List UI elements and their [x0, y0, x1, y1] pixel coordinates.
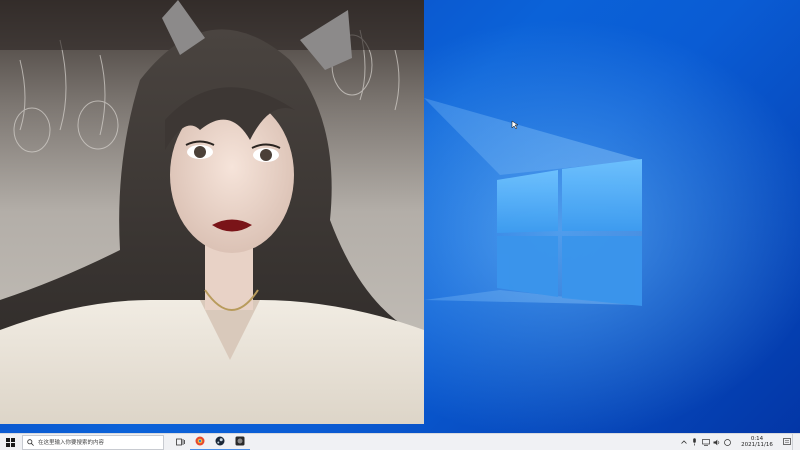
steam-icon	[215, 436, 225, 446]
tray-overflow-button[interactable]	[678, 434, 689, 450]
system-tray: 0:14 2021/11/16	[678, 433, 800, 450]
selfie-photo	[0, 0, 424, 424]
search-placeholder: 在这里输入你要搜索的内容	[38, 440, 105, 446]
show-desktop-button[interactable]	[792, 433, 800, 450]
windows-icon	[5, 437, 15, 447]
app-taskbar-button[interactable]	[230, 434, 250, 450]
photo-window[interactable]	[0, 0, 424, 424]
chevron-up-icon	[680, 440, 687, 444]
ime-button[interactable]	[722, 434, 733, 450]
clock[interactable]: 0:14 2021/11/16	[733, 436, 781, 449]
task-view-icon	[175, 438, 185, 446]
search-box[interactable]: 在这里输入你要搜索的内容	[22, 434, 164, 450]
volume-button[interactable]	[711, 434, 722, 450]
clock-date: 2021/11/16	[741, 442, 773, 448]
microphone-icon	[693, 438, 696, 446]
steam-taskbar-button[interactable]	[210, 434, 230, 450]
search-icon	[27, 438, 34, 446]
task-view-button[interactable]	[170, 434, 190, 450]
input-method-icon	[724, 438, 731, 446]
browser-taskbar-button[interactable]	[190, 434, 210, 450]
taskbar: 在这里输入你要搜索的内容 0:14 2021/11/16	[0, 433, 800, 450]
microphone-button[interactable]	[689, 434, 700, 450]
notification-button[interactable]	[781, 434, 792, 450]
network-button[interactable]	[700, 434, 711, 450]
app-icon	[235, 436, 245, 446]
notification-icon	[782, 438, 791, 445]
volume-icon	[713, 439, 719, 445]
browser-icon	[195, 436, 205, 446]
network-icon	[701, 438, 710, 446]
start-button[interactable]	[0, 434, 20, 450]
